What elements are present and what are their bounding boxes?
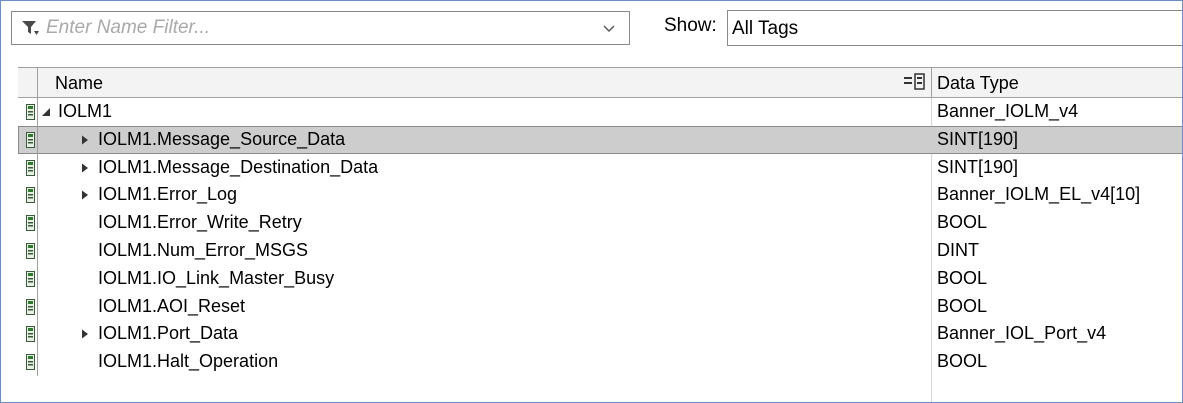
column-header-data-type[interactable]: Data Type bbox=[937, 73, 1019, 94]
row-gutter bbox=[18, 348, 38, 376]
tag-icon bbox=[26, 159, 35, 176]
table-row[interactable]: IOLM1.Halt_Operation BOOL bbox=[18, 348, 1182, 376]
tag-name[interactable]: IOLM1.AOI_Reset bbox=[98, 296, 245, 317]
row-gutter bbox=[18, 236, 38, 265]
tag-icon bbox=[26, 215, 35, 232]
triangle-down-icon[interactable] bbox=[39, 106, 51, 118]
row-gutter bbox=[18, 181, 38, 210]
tag-icon bbox=[26, 104, 35, 120]
tag-name[interactable]: IOLM1.Error_Log bbox=[98, 184, 237, 205]
tag-name[interactable]: IOLM1.Error_Write_Retry bbox=[98, 212, 302, 233]
triangle-right-icon[interactable] bbox=[79, 134, 91, 146]
show-select-value: All Tags bbox=[732, 18, 799, 39]
tag-name[interactable]: IOLM1 bbox=[58, 101, 112, 122]
row-gutter bbox=[18, 320, 38, 349]
tag-browser-window: Show: All Tags Name Data Type IOLM1 Banne… bbox=[0, 0, 1183, 403]
tag-data-type[interactable]: Banner_IOLM_v4 bbox=[937, 101, 1078, 122]
tag-data-type[interactable]: DINT bbox=[937, 240, 979, 261]
tag-data-type[interactable]: SINT[190] bbox=[937, 157, 1018, 178]
row-gutter bbox=[18, 153, 38, 182]
row-gutter bbox=[18, 264, 38, 293]
tag-icon bbox=[26, 242, 35, 259]
tag-grid: Name Data Type IOLM1 Banner_IOLM_v4 IOLM1.… bbox=[18, 67, 1182, 402]
row-gutter bbox=[18, 98, 38, 126]
row-gutter bbox=[18, 209, 38, 237]
tag-name[interactable]: IOLM1.Message_Destination_Data bbox=[98, 157, 378, 178]
tag-data-type[interactable]: BOOL bbox=[937, 296, 987, 317]
table-row[interactable]: IOLM1.Port_Data Banner_IOL_Port_v4 bbox=[18, 320, 1182, 349]
tag-name[interactable]: IOLM1.Port_Data bbox=[98, 323, 238, 344]
tag-name[interactable]: IOLM1.Message_Source_Data bbox=[98, 129, 345, 150]
tag-name[interactable]: IOLM1.IO_Link_Master_Busy bbox=[98, 268, 334, 289]
chevron-down-icon[interactable] bbox=[602, 23, 616, 35]
tag-icon bbox=[26, 354, 35, 371]
table-row[interactable]: IOLM1.Error_Write_Retry BOOL bbox=[18, 209, 1182, 237]
tag-name[interactable]: IOLM1.Num_Error_MSGS bbox=[98, 240, 308, 261]
tag-data-type[interactable]: BOOL bbox=[937, 268, 987, 289]
grid-header: Name Data Type bbox=[18, 67, 1182, 98]
table-row[interactable]: IOLM1.Message_Destination_Data SINT[190] bbox=[18, 153, 1182, 182]
tag-name[interactable]: IOLM1.Halt_Operation bbox=[98, 351, 278, 372]
tag-data-type[interactable]: Banner_IOLM_EL_v4[10] bbox=[937, 184, 1140, 205]
column-config-icon[interactable] bbox=[903, 72, 927, 92]
name-filter-input[interactable] bbox=[46, 16, 586, 40]
tag-icon bbox=[26, 326, 35, 343]
tag-data-type[interactable]: BOOL bbox=[937, 351, 987, 372]
triangle-right-icon[interactable] bbox=[79, 162, 91, 174]
table-row[interactable]: IOLM1.Num_Error_MSGS DINT bbox=[18, 236, 1182, 265]
show-label: Show: bbox=[664, 15, 717, 36]
name-filter-combobox[interactable] bbox=[11, 11, 630, 45]
row-gutter bbox=[18, 125, 38, 154]
triangle-right-icon[interactable] bbox=[79, 328, 91, 340]
row-gutter bbox=[18, 292, 38, 321]
header-separator[interactable] bbox=[931, 68, 932, 97]
tag-icon bbox=[26, 131, 35, 148]
toolbar: Show: All Tags bbox=[1, 1, 1182, 51]
column-header-name[interactable]: Name bbox=[55, 73, 103, 94]
tag-icon bbox=[26, 298, 35, 315]
tag-data-type[interactable]: SINT[190] bbox=[937, 129, 1018, 150]
tag-rows: IOLM1 Banner_IOLM_v4 IOLM1.Message_Source_… bbox=[18, 98, 1182, 376]
table-row[interactable]: IOLM1.Error_Log Banner_IOLM_EL_v4[10] bbox=[18, 181, 1182, 210]
table-row[interactable]: IOLM1.IO_Link_Master_Busy BOOL bbox=[18, 264, 1182, 293]
header-gutter bbox=[18, 68, 38, 97]
triangle-right-icon[interactable] bbox=[79, 189, 91, 201]
tag-icon bbox=[26, 270, 35, 287]
table-row[interactable]: IOLM1.AOI_Reset BOOL bbox=[18, 292, 1182, 321]
tag-data-type[interactable]: Banner_IOL_Port_v4 bbox=[937, 323, 1106, 344]
show-scope-select[interactable]: All Tags bbox=[727, 10, 1182, 46]
tag-icon bbox=[26, 187, 35, 204]
filter-icon[interactable] bbox=[21, 20, 41, 38]
table-row[interactable]: IOLM1.Message_Source_Data SINT[190] bbox=[18, 125, 1182, 154]
table-row[interactable]: IOLM1 Banner_IOLM_v4 bbox=[18, 98, 1182, 126]
tag-data-type[interactable]: BOOL bbox=[937, 212, 987, 233]
